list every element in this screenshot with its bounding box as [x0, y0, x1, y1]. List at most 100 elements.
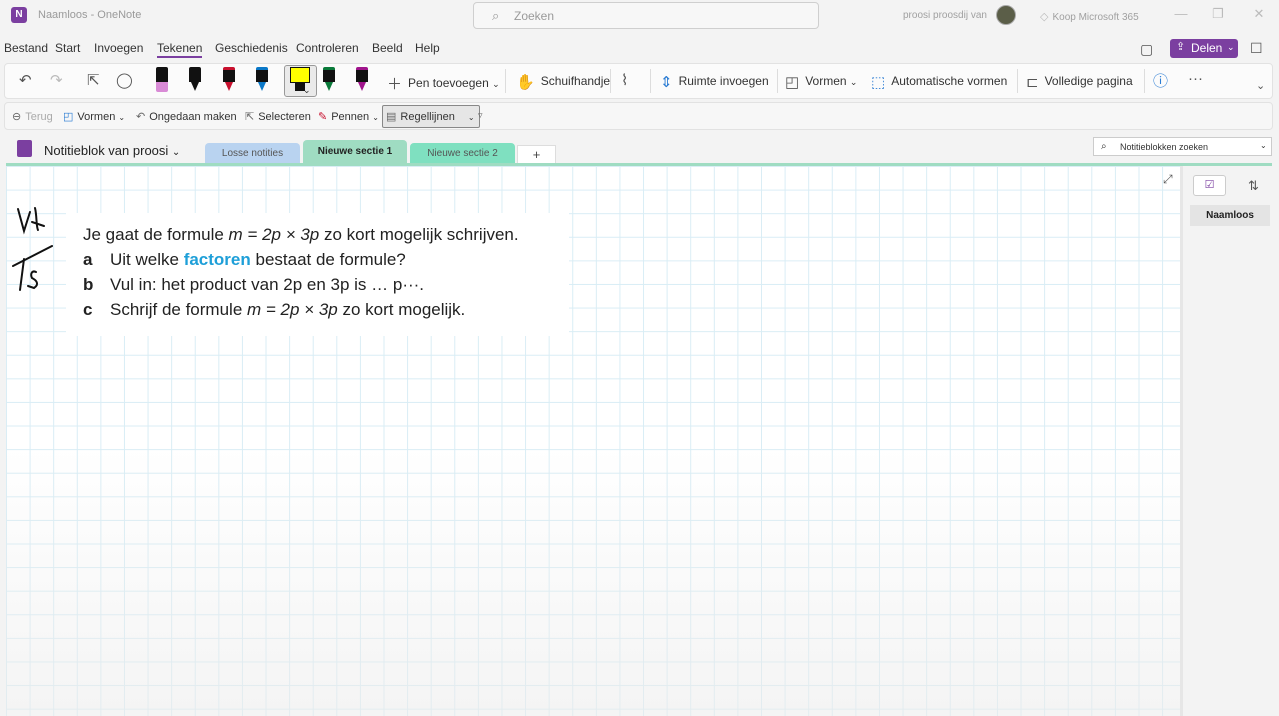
menu-geschiedenis[interactable]: Geschiedenis [215, 41, 288, 55]
divider [505, 69, 506, 93]
notebook-search-placeholder: Notitieblokken zoeken [1120, 142, 1209, 152]
pen-blue[interactable] [255, 67, 269, 93]
undo-icon[interactable]: ↶ [19, 71, 38, 89]
expand-ribbon-icon[interactable]: ⌄ [1256, 79, 1265, 92]
search-icon: ⌕ [492, 8, 500, 23]
page-item[interactable]: Naamloos [1190, 205, 1270, 226]
close-button[interactable]: ✕ [1249, 6, 1269, 22]
hand-button[interactable]: ✋ Schuifhandje [516, 73, 610, 91]
divider [1144, 69, 1145, 93]
question-b: b Vul in: het product van 2p en 3p is … p… [83, 275, 425, 294]
diamond-icon: ◇ [1040, 11, 1049, 23]
notebook-title[interactable]: Notitieblok van proosi ⌄ [44, 143, 180, 158]
chevron-down-icon: ⌄ [492, 79, 500, 89]
search-placeholder: Zoeken [514, 9, 555, 23]
customize-toolbar-icon[interactable]: ▿ [478, 110, 483, 121]
menu-tekenen[interactable]: Tekenen [157, 41, 203, 58]
notebook-view-icon[interactable]: ▢ [1140, 41, 1153, 58]
redo-icon[interactable]: ↷ [50, 71, 69, 89]
help-icon[interactable]: ⓘ [1153, 70, 1168, 91]
title-bar: N Naamloos - OneNote ⌕ Zoeken proosi pro… [0, 0, 1279, 32]
chevron-down-icon[interactable]: ⌄ [1227, 42, 1235, 53]
notebook-icon [17, 140, 32, 157]
tab-nieuwe-sectie-2[interactable]: Nieuwe sectie 2 [410, 143, 515, 164]
question-letter: a [83, 250, 93, 269]
buy-microsoft-365-link[interactable]: ◇ Koop Microsoft 365 [1040, 10, 1139, 23]
back-button[interactable]: ⊖ Terug [12, 110, 53, 123]
pen-purple[interactable] [355, 67, 369, 93]
page-canvas[interactable]: ⤢ Je gaat de formule m = 2p × 3p zo kort… [6, 166, 1180, 716]
add-page-button[interactable]: ☑ [1193, 175, 1226, 196]
menu-start[interactable]: Start [55, 41, 80, 55]
ruled-lines-label: Regellijnen [400, 111, 455, 123]
add-pen-button[interactable]: ＋ Pen toevoegen ⌄ [387, 73, 500, 94]
pens-button[interactable]: ✎ Pennen ⌄ [318, 110, 379, 123]
select-cursor-icon[interactable]: ⇱ [87, 71, 106, 89]
user-name[interactable]: proosi proosdij van [903, 10, 987, 21]
back-label: Terug [25, 111, 53, 123]
chevron-down-icon: ⌄ [467, 113, 475, 122]
sort-icon[interactable]: ⇅ [1248, 178, 1259, 194]
more-options-icon[interactable]: ··· [1188, 70, 1203, 87]
question-letter: c [83, 300, 93, 319]
menu-help[interactable]: Help [415, 41, 440, 55]
exercise-intro: Je gaat de formule m = 2p × 3p zo kort m… [83, 225, 519, 244]
hand-icon: ✋ [516, 74, 535, 91]
comments-icon[interactable]: ☐ [1250, 40, 1263, 57]
highlighter-yellow[interactable]: ⌄ [290, 67, 312, 95]
exercise-snippet[interactable]: Je gaat de formule m = 2p × 3p zo kort m… [66, 213, 569, 336]
tab-nieuwe-sectie-1[interactable]: Nieuwe sectie 1 [303, 140, 407, 164]
menu-controleren[interactable]: Controleren [296, 41, 359, 55]
auto-shapes-label: Automatische vormen [891, 74, 1008, 88]
undo-small-button[interactable]: ↶ Ongedaan maken [136, 110, 237, 123]
question-letter: b [83, 275, 94, 294]
select-button[interactable]: ⇱ Selecteren [245, 110, 311, 123]
sub-ribbon: ⊖ Terug ◰ Vormen ⌄ ↶ Ongedaan maken ⇱ Select… [4, 102, 1273, 130]
pen-pink[interactable] [155, 67, 169, 93]
expand-icon[interactable]: ⤢ [1163, 172, 1173, 187]
ruler-icon[interactable]: ⌇ [621, 71, 634, 89]
pen-green[interactable] [322, 67, 336, 93]
insert-space-button[interactable]: ⇕ Ruimte invoegen [660, 73, 769, 91]
share-button[interactable]: ⇪ Delen ⌄ [1170, 39, 1238, 58]
chevron-down-icon[interactable]: ⌄ [1260, 141, 1267, 150]
handwritten-ink[interactable] [10, 204, 58, 296]
back-arrow-icon: ⊖ [12, 111, 22, 123]
avatar[interactable] [996, 5, 1016, 25]
notebook-search-input[interactable]: ⌕ Notitieblokken zoeken ⌄ [1093, 137, 1272, 156]
new-page-icon: ☑ [1204, 179, 1215, 191]
onenote-app-icon: N [11, 7, 27, 23]
add-section-button[interactable]: + [517, 145, 556, 163]
notebook-title-label: Notitieblok van proosi [44, 143, 169, 158]
pen-black-1[interactable] [188, 67, 202, 93]
minimize-button[interactable]: — [1171, 6, 1191, 21]
menu-invoegen[interactable]: Invoegen [94, 41, 143, 55]
restore-button[interactable]: ❐ [1208, 6, 1228, 22]
search-icon: ⌕ [1101, 141, 1107, 152]
shapes-button[interactable]: ◰ Vormen ⌄ [785, 73, 857, 91]
lasso-icon[interactable]: ◯ [116, 71, 139, 89]
ruled-lines-button[interactable]: ▤ Regellijnen ⌄ [382, 105, 480, 128]
scrollbar[interactable] [1180, 166, 1183, 716]
divider [650, 69, 651, 93]
ruled-lines-icon: ▤ [386, 111, 397, 123]
add-pen-label: Pen toevoegen [408, 76, 489, 90]
shapes-small-button[interactable]: ◰ Vormen ⌄ [63, 110, 125, 123]
menu-bar: Bestand Start Invoegen Tekenen Geschiede… [0, 38, 1279, 60]
shapes-small-label: Vormen [77, 111, 116, 123]
menu-beeld[interactable]: Beeld [372, 41, 403, 55]
tab-losse-notities[interactable]: Losse notities [205, 143, 300, 164]
chevron-down-icon: ⌄ [171, 147, 181, 158]
full-page-button[interactable]: ⊏ Volledige pagina [1026, 73, 1133, 91]
pen-red[interactable] [222, 67, 236, 93]
divider [1017, 69, 1018, 93]
cursor-icon: ⇱ [245, 111, 255, 123]
undo-icon: ↶ [136, 111, 146, 123]
undo-label: Ongedaan maken [149, 111, 237, 123]
auto-shapes-button[interactable]: ⬚ Automatische vormen [871, 73, 1007, 91]
search-box[interactable]: ⌕ Zoeken [473, 2, 819, 29]
menu-bestand[interactable]: Bestand [4, 41, 48, 55]
hand-label: Schuifhandje [540, 74, 611, 88]
insert-space-label: Ruimte invoegen [678, 74, 769, 88]
formula: m = 2p × 3p [247, 300, 338, 319]
